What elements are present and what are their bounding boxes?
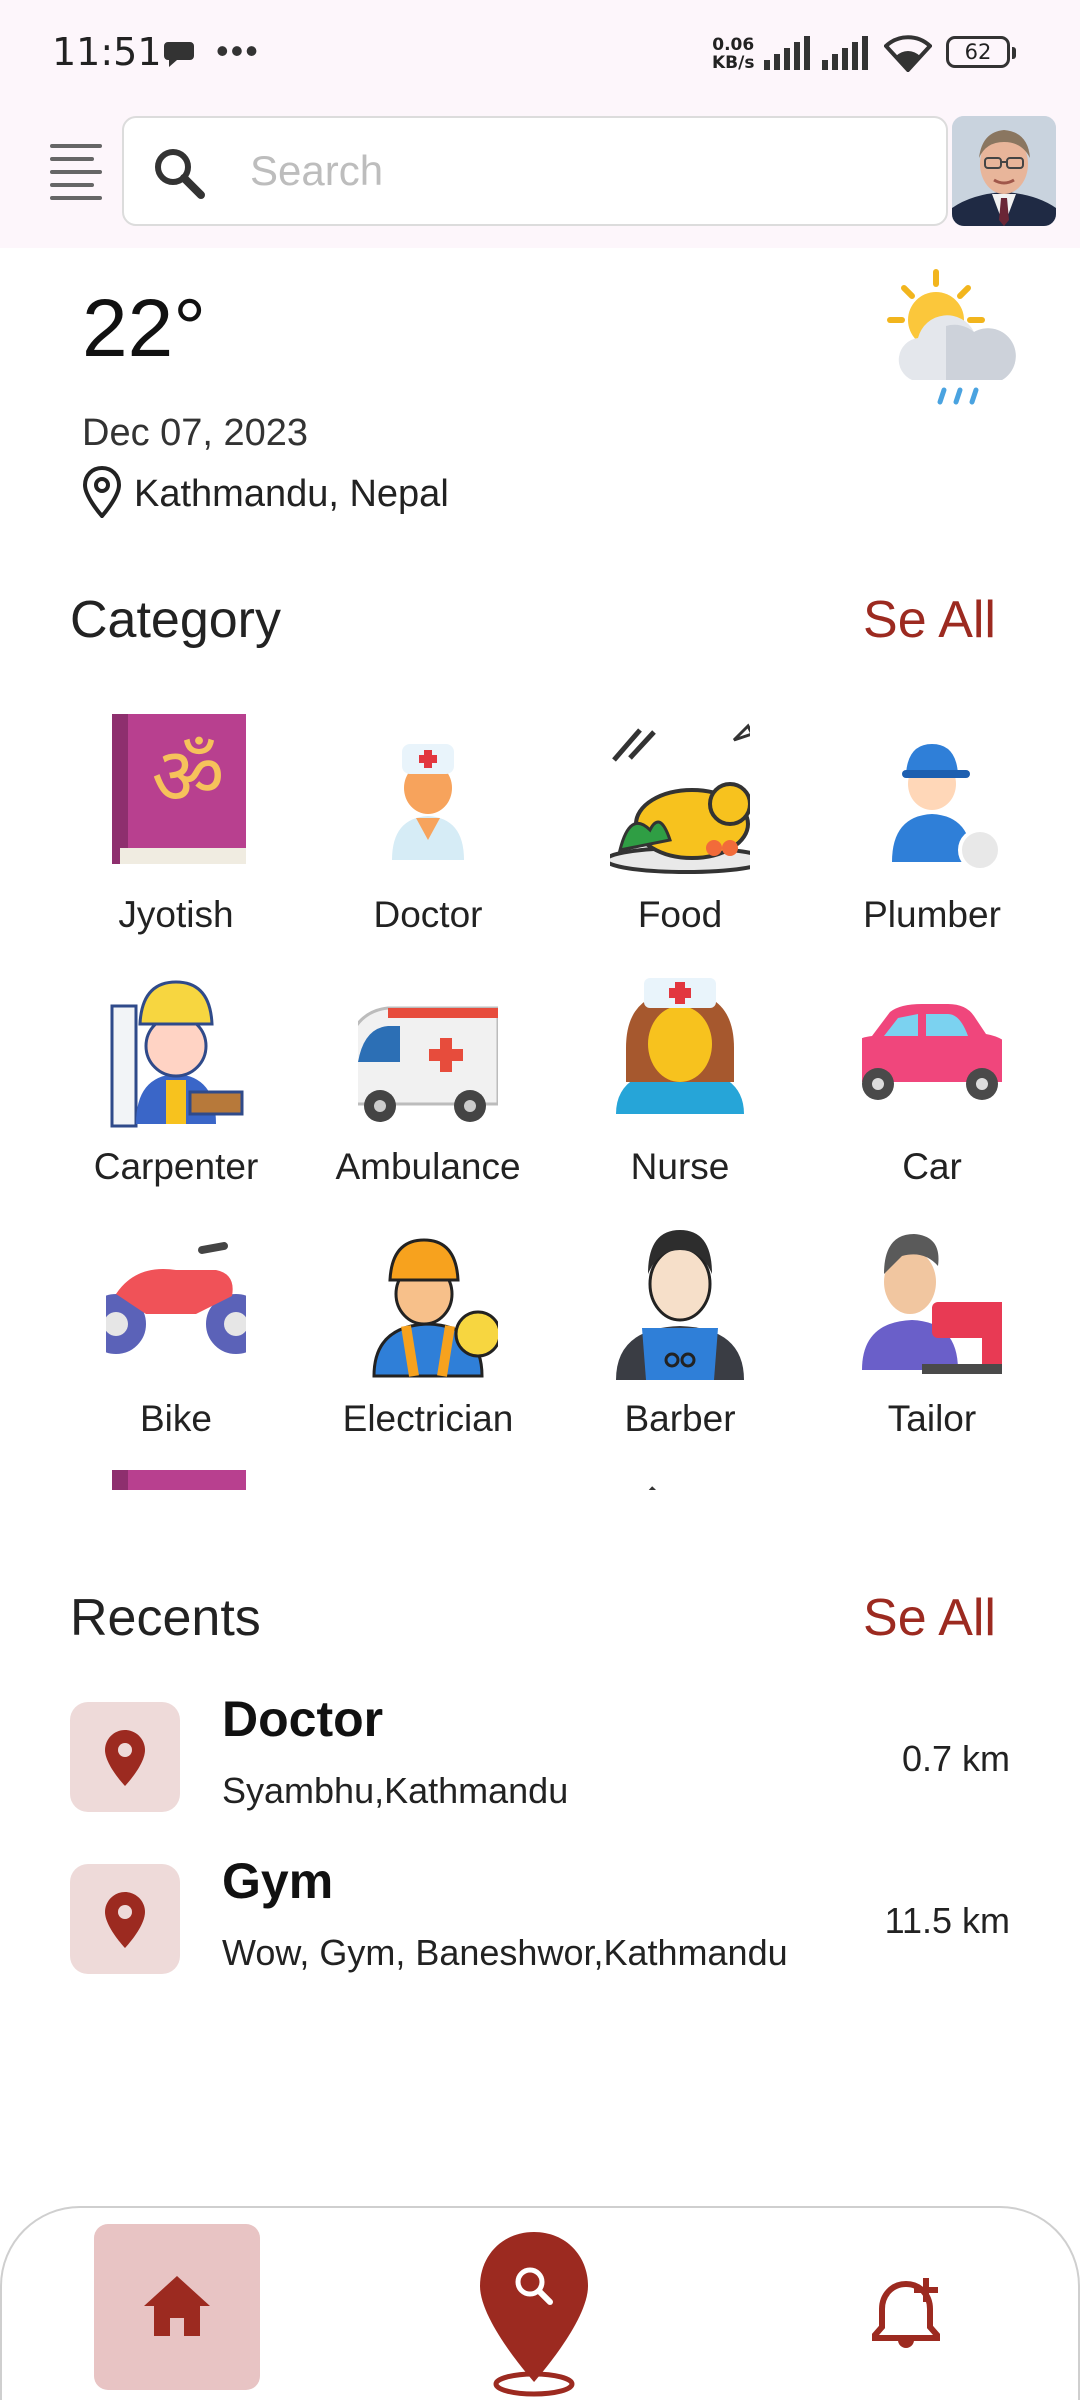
recent-item[interactable]: Doctor Syambhu,Kathmandu 0.7 km <box>70 1691 1010 1818</box>
category-item-plumber[interactable] <box>806 1442 1058 1490</box>
nav-add-alert-button[interactable] <box>870 2274 950 2354</box>
category-item-bike[interactable]: Bike <box>50 1190 302 1442</box>
status-time: 11:51 <box>52 30 162 74</box>
category-label: Food <box>637 894 723 935</box>
category-item-food[interactable] <box>554 1442 806 1490</box>
tailor-icon <box>862 1234 1002 1374</box>
electrician-icon <box>372 1238 498 1378</box>
sun-rain-cloud-icon <box>886 266 1026 421</box>
battery-level: 62 <box>964 40 992 64</box>
category-item-barber[interactable]: Barber <box>554 1190 806 1442</box>
wifi-icon <box>883 34 933 77</box>
food-icon <box>648 1486 656 1490</box>
category-item-tailor[interactable]: Tailor <box>806 1190 1058 1442</box>
bottom-nav <box>0 2206 1080 2400</box>
category-label: Electrician <box>342 1398 514 1439</box>
category-label: Car <box>902 1146 962 1187</box>
app-header <box>0 108 1080 248</box>
location-pin-icon <box>70 1702 180 1812</box>
temperature: 22° <box>82 283 207 374</box>
category-label: Carpenter <box>93 1146 259 1187</box>
plumber-icon <box>892 744 1002 872</box>
category-item-nurse[interactable]: Nurse <box>554 938 806 1190</box>
network-speed-unit: KB/s <box>712 53 755 73</box>
nurse-icon <box>616 978 744 1114</box>
recent-item[interactable]: Gym Wow, Gym, Baneshwor,Kathmandu 11.5 k… <box>70 1853 1010 1980</box>
plumber-icon <box>862 1456 1002 1490</box>
map-pin-icon <box>82 465 122 523</box>
recent-title: Gym <box>222 1853 334 1909</box>
avatar[interactable] <box>952 116 1056 226</box>
category-label: Bike <box>140 1398 212 1439</box>
location-label: Kathmandu, Nepal <box>134 472 449 515</box>
food-icon <box>610 723 750 874</box>
svg-text:ॐ: ॐ <box>152 730 225 823</box>
search-pin-icon <box>480 2232 588 2397</box>
nav-home-button[interactable] <box>94 2224 260 2390</box>
category-label: Plumber <box>863 894 1001 935</box>
barber-icon <box>616 1230 744 1380</box>
category-see-all[interactable]: Se All <box>863 590 996 650</box>
more-notifications-icon: ••• <box>216 30 260 71</box>
category-title: Category <box>70 591 281 649</box>
battery-icon: 62 <box>946 36 1016 68</box>
recents-see-all[interactable]: Se All <box>863 1588 996 1648</box>
category-item-doctor[interactable]: Doctor <box>302 686 554 938</box>
om-book-icon <box>112 1470 246 1490</box>
carpenter-icon <box>110 980 244 1128</box>
category-item-jyotish[interactable] <box>50 1442 302 1490</box>
ambulance-icon <box>358 1006 498 1122</box>
home-icon <box>144 2276 210 2336</box>
search-bar[interactable] <box>122 116 948 226</box>
category-label: Doctor <box>373 894 483 935</box>
recents-title: Recents <box>70 1589 261 1647</box>
nav-search-button[interactable] <box>476 2228 604 2400</box>
recent-distance: 0.7 km <box>901 1738 1010 1779</box>
category-item-electrician[interactable]: Electrician <box>302 1190 554 1442</box>
category-label: Jyotish <box>118 894 234 935</box>
signal-icon <box>822 36 870 75</box>
status-bar: 11:51 ••• 0.06 KB/s 62 <box>0 0 1080 108</box>
category-label: Ambulance <box>335 1146 521 1187</box>
search-icon <box>152 146 206 205</box>
recent-title: Doctor <box>222 1691 384 1747</box>
category-item-ambulance[interactable]: Ambulance <box>302 938 554 1190</box>
recent-distance: 11.5 km <box>884 1900 1010 1941</box>
category-item-carpenter[interactable]: Carpenter <box>50 938 302 1190</box>
car-icon <box>862 1004 1002 1100</box>
add-alert-icon <box>872 2278 940 2348</box>
category-grid: ॐ Jyotish Doctor Food Plumber Carpenter … <box>50 686 1060 1490</box>
signal-icon <box>764 36 812 75</box>
doctor-icon <box>392 744 464 860</box>
category-label: Barber <box>624 1398 736 1439</box>
network-speed-value: 0.06 <box>712 35 755 55</box>
om-book-icon: ॐ <box>112 714 246 864</box>
category-label: Tailor <box>887 1398 977 1439</box>
bike-icon <box>106 1242 246 1358</box>
chat-bubble-icon <box>164 40 196 75</box>
category-item-plumber[interactable]: Plumber <box>806 686 1058 938</box>
recent-address: Wow, Gym, Baneshwor,Kathmandu <box>222 1932 788 1973</box>
category-item-food[interactable]: Food <box>554 686 806 938</box>
search-input[interactable] <box>250 140 910 202</box>
weather-location: Kathmandu, Nepal <box>82 465 449 523</box>
network-speed: 0.06 KB/s <box>712 36 754 72</box>
weather-date: Dec 07, 2023 <box>82 412 309 454</box>
category-item-jyotish[interactable]: ॐ Jyotish <box>50 686 302 938</box>
location-pin-icon <box>70 1864 180 1974</box>
category-item-car[interactable]: Car <box>806 938 1058 1190</box>
category-label: Nurse <box>630 1146 730 1187</box>
recent-address: Syambhu,Kathmandu <box>222 1770 569 1811</box>
menu-icon[interactable] <box>50 144 104 200</box>
